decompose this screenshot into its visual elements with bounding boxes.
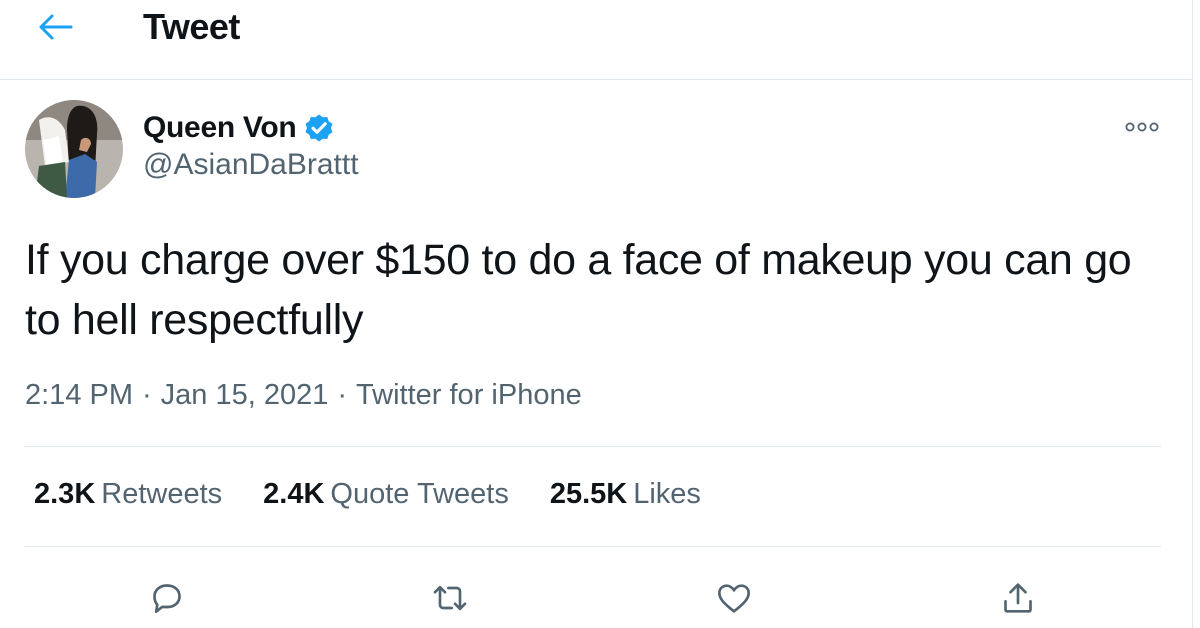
quote-tweets-count: 2.4K	[263, 478, 325, 510]
retweet-button[interactable]	[426, 574, 474, 622]
likes-count: 25.5K	[549, 478, 628, 510]
reply-icon	[153, 584, 181, 613]
back-button[interactable]	[34, 10, 78, 44]
retweets-stat[interactable]: 2.3K Retweets	[34, 478, 222, 511]
quote-tweets-label: Quote Tweets	[330, 478, 509, 510]
page-title: Tweet	[143, 6, 240, 47]
reply-button[interactable]	[143, 574, 191, 622]
tweet-date[interactable]: Jan 15, 2021	[161, 379, 329, 412]
likes-stat[interactable]: 25.5K Likes	[550, 478, 701, 511]
divider	[25, 546, 1161, 547]
share-button[interactable]	[994, 574, 1042, 622]
avatar[interactable]	[25, 100, 123, 198]
more-icon	[1125, 122, 1159, 132]
retweets-label: Retweets	[101, 478, 223, 510]
verified-badge-icon	[305, 114, 333, 142]
tweet-meta: 2:14 PM · Jan 15, 2021 · Twitter for iPh…	[25, 379, 582, 412]
tweet-source[interactable]: Twitter for iPhone	[356, 379, 582, 412]
tweet-text: If you charge over $150 to do a face of …	[25, 236, 1132, 344]
share-icon	[1004, 583, 1032, 613]
heart-icon	[718, 584, 750, 613]
author-handle[interactable]: @AsianDaBrattt	[143, 148, 359, 182]
author-display-name[interactable]: Queen Von	[143, 111, 297, 145]
author-name-row: Queen Von	[143, 108, 336, 148]
quote-tweets-stat[interactable]: 2.4K Quote Tweets	[263, 478, 509, 511]
meta-separator: ·	[337, 379, 348, 411]
more-options-button[interactable]	[1120, 110, 1164, 144]
retweets-count: 2.3K	[34, 478, 96, 510]
meta-separator: ·	[142, 379, 152, 411]
arrow-left-icon	[39, 14, 73, 40]
profile-photo	[25, 100, 123, 198]
column-border	[1192, 0, 1193, 628]
divider	[25, 446, 1161, 447]
tweet-actions	[0, 568, 1192, 628]
tweet-time[interactable]: 2:14 PM	[25, 379, 133, 412]
like-button[interactable]	[710, 574, 758, 622]
retweet-icon	[433, 585, 467, 611]
tweet-stats: 2.3K Retweets 2.4K Quote Tweets 25.5K Likes	[34, 478, 742, 511]
page-header: Tweet	[0, 0, 1192, 80]
likes-label: Likes	[633, 478, 701, 510]
